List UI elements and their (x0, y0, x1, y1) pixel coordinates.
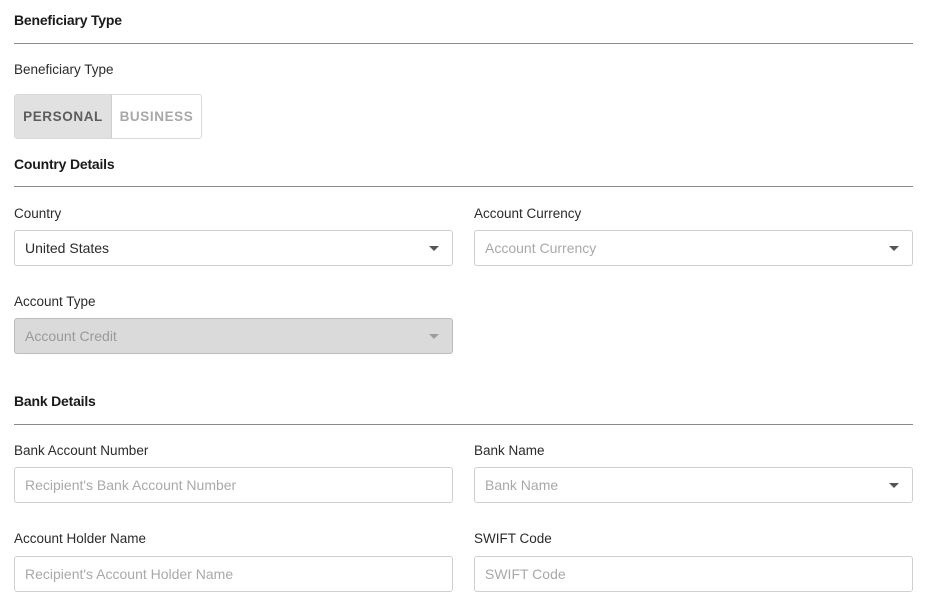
country-select[interactable]: United States (14, 230, 453, 266)
country-value: United States (25, 240, 110, 256)
section-divider (14, 186, 913, 187)
business-toggle-button[interactable]: BUSINESS (112, 95, 201, 138)
bank-account-number-input[interactable]: Recipient's Bank Account Number (14, 467, 453, 503)
personal-toggle-button[interactable]: PERSONAL (15, 95, 112, 138)
chevron-down-icon (429, 245, 439, 251)
country-label: Country (14, 206, 62, 221)
chevron-down-icon (429, 333, 439, 339)
bank-account-number-placeholder: Recipient's Bank Account Number (25, 477, 237, 493)
account-holder-name-placeholder: Recipient's Account Holder Name (25, 566, 234, 582)
account-type-select: Account Credit (14, 318, 453, 354)
section-divider (14, 43, 913, 44)
swift-code-input[interactable]: SWIFT Code (474, 556, 913, 592)
chevron-down-icon (889, 245, 899, 251)
account-currency-label: Account Currency (474, 206, 582, 221)
account-currency-select[interactable]: Account Currency (474, 230, 913, 266)
beneficiary-type-label: Beneficiary Type (14, 62, 114, 77)
swift-code-placeholder: SWIFT Code (485, 566, 566, 582)
bank-account-number-label: Bank Account Number (14, 443, 149, 458)
account-holder-name-label: Account Holder Name (14, 531, 147, 546)
section-divider (14, 424, 913, 425)
account-holder-name-input[interactable]: Recipient's Account Holder Name (14, 556, 453, 592)
bank-name-placeholder: Bank Name (485, 477, 559, 493)
account-currency-placeholder: Account Currency (485, 240, 597, 256)
section-title-country-details: Country Details (14, 156, 115, 172)
bank-name-label: Bank Name (474, 443, 545, 458)
section-title-bank-details: Bank Details (14, 393, 96, 409)
chevron-down-icon (889, 482, 899, 488)
account-type-placeholder: Account Credit (25, 328, 117, 344)
account-type-label: Account Type (14, 294, 96, 309)
bank-name-select[interactable]: Bank Name (474, 467, 913, 503)
section-title-beneficiary-type: Beneficiary Type (14, 12, 122, 28)
beneficiary-type-toggle: PERSONAL BUSINESS (14, 94, 202, 139)
swift-code-label: SWIFT Code (474, 531, 552, 546)
